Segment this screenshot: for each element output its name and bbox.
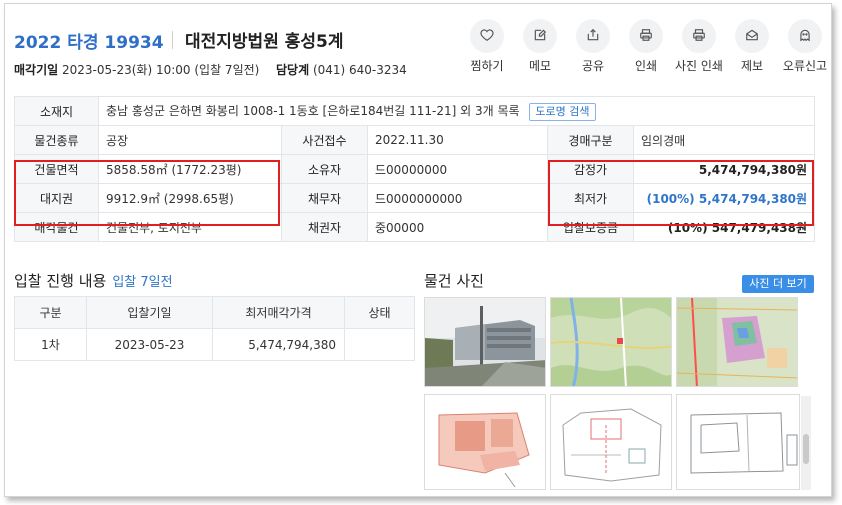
- photo-thumbnail-map[interactable]: [550, 297, 672, 387]
- more-photos-button[interactable]: 사진 더 보기: [742, 275, 814, 293]
- header-divider: [172, 31, 173, 49]
- status-cell: [344, 328, 415, 361]
- photo-thumbnail-floorplan-2[interactable]: [550, 394, 672, 490]
- action-toolbar: 찜하기 메모 공유 인쇄 사진 인쇄 제보 오류신고: [460, 19, 830, 79]
- auction-detail-window: 2022 타경 19934 대전지방법원 홍성5계 매각기일 2023-05-2…: [4, 3, 832, 497]
- type-label: 물건종류: [14, 125, 99, 155]
- bid-section-heading: 입찰 진행 내용 입찰 7일전: [14, 270, 173, 291]
- location-label: 소재지: [14, 96, 99, 126]
- sale-item-label: 매각물건: [14, 212, 99, 242]
- photo-print-button[interactable]: 사진 인쇄: [672, 19, 726, 74]
- print-label: 인쇄: [634, 59, 658, 73]
- auction-type-value: 임의경매: [632, 125, 816, 155]
- photo-thumbnail-floorplan-1[interactable]: [424, 394, 546, 490]
- ghost-icon: [798, 27, 812, 46]
- favorite-button[interactable]: 찜하기: [460, 19, 514, 74]
- column-header: 구분: [14, 296, 87, 329]
- minimum-price-value: (100%) 5,474,794,380원: [632, 183, 816, 213]
- filed-label: 사건접수: [281, 125, 368, 155]
- photo-thumbnail-floorplan-3[interactable]: [676, 394, 800, 490]
- location-cell: 충남 홍성군 은하면 화봉리 1008-1 1동호 [은하로184번길 111-…: [97, 96, 816, 126]
- debtor-label: 채무자: [281, 183, 368, 213]
- deposit-value: (10%) 547,479,438원: [632, 212, 816, 242]
- road-name-search-button[interactable]: 도로명 검색: [529, 102, 596, 121]
- table-row: 물건종류 공장 사건접수 2022.11.30 경매구분 임의경매: [14, 125, 816, 155]
- error-report-label: 오류신고: [782, 59, 828, 73]
- photo-print-icon: [692, 27, 706, 46]
- share-icon: [586, 27, 600, 46]
- minimum-price-label: 최저가: [547, 183, 634, 213]
- land-right-label: 대지권: [14, 183, 99, 213]
- owner-label: 소유자: [281, 154, 368, 184]
- report-icon: [745, 27, 759, 46]
- bid-table-header: 구분 입찰기일 최저매각가격 상태: [14, 296, 415, 329]
- print-button[interactable]: 인쇄: [619, 19, 673, 74]
- sale-item-value: 건물전부, 토지전부: [98, 212, 282, 242]
- bid-table: 구분 입찰기일 최저매각가격 상태 1차 2023-05-23 5,474,79…: [14, 296, 415, 361]
- share-label: 공유: [581, 59, 605, 73]
- bid-section-subtitle: 입찰 7일전: [112, 275, 173, 290]
- appraisal-value: 5,474,794,380원: [632, 154, 816, 184]
- header-subline: 매각기일 2023-05-23(화) 10:00 (입찰 7일전) 담당계 (0…: [14, 61, 407, 78]
- photo-print-label: 사진 인쇄: [675, 59, 723, 73]
- round-cell: 1차: [14, 328, 87, 361]
- scrollbar-thumb[interactable]: [803, 434, 809, 464]
- creditor-value: 중00000: [367, 212, 548, 242]
- debtor-value: 드0000000000: [367, 183, 548, 213]
- filed-value: 2022.11.30: [367, 125, 548, 155]
- photo-thumbnail-building[interactable]: [424, 297, 546, 387]
- table-row: 소재지 충남 홍성군 은하면 화봉리 1008-1 1동호 [은하로184번길 …: [14, 96, 816, 126]
- dept-label: 담당계: [275, 63, 310, 77]
- photo-scrollbar[interactable]: [801, 396, 811, 490]
- photo-section-title: 물건 사진: [424, 272, 484, 290]
- memo-button[interactable]: 메모: [513, 19, 567, 74]
- table-row: 대지권 9912.9㎡ (2998.65평) 채무자 드0000000000 최…: [14, 183, 816, 213]
- column-header: 최저매각가격: [212, 296, 345, 329]
- deposit-label: 입찰보증금: [547, 212, 634, 242]
- share-button[interactable]: 공유: [566, 19, 620, 74]
- bid-section-title: 입찰 진행 내용: [14, 272, 107, 290]
- case-number: 2022 타경 19934: [14, 33, 164, 53]
- creditor-label: 채권자: [281, 212, 368, 242]
- property-info-table: 소재지 충남 홍성군 은하면 화봉리 1008-1 1동호 [은하로184번길 …: [14, 96, 816, 242]
- type-value: 공장: [98, 125, 282, 155]
- print-icon: [639, 27, 653, 46]
- table-row: 건물면적 5858.58㎡ (1772.23평) 소유자 드00000000 감…: [14, 154, 816, 184]
- photo-thumbnail-cadastral[interactable]: [676, 297, 798, 387]
- land-right-value: 9912.9㎡ (2998.65평): [98, 183, 282, 213]
- appraisal-label: 감정가: [547, 154, 634, 184]
- court-name: 대전지방법원 홍성5계: [185, 32, 344, 52]
- auction-type-label: 경매구분: [547, 125, 634, 155]
- memo-icon: [533, 27, 547, 46]
- building-area-value: 5858.58㎡ (1772.23평): [98, 154, 282, 184]
- error-report-button[interactable]: 오류신고: [778, 19, 831, 74]
- column-header: 상태: [344, 296, 415, 329]
- favorite-label: 찜하기: [470, 59, 504, 73]
- memo-label: 메모: [528, 59, 552, 73]
- heart-icon: [480, 27, 494, 46]
- sale-date-label: 매각기일: [14, 63, 59, 77]
- report-label: 제보: [740, 59, 764, 73]
- report-button[interactable]: 제보: [725, 19, 779, 74]
- owner-value: 드00000000: [367, 154, 548, 184]
- min-price-cell: 5,474,794,380: [212, 328, 345, 361]
- table-row: 매각물건 건물전부, 토지전부 채권자 중00000 입찰보증금 (10%) 5…: [14, 212, 816, 242]
- bid-date-cell: 2023-05-23: [86, 328, 213, 361]
- dept-value: (041) 640-3234: [312, 63, 407, 77]
- column-header: 입찰기일: [86, 296, 213, 329]
- building-area-label: 건물면적: [14, 154, 99, 184]
- location-value: 충남 홍성군 은하면 화봉리 1008-1 1동호 [은하로184번길 111-…: [106, 103, 520, 118]
- sale-date-value: 2023-05-23(화) 10:00 (입찰 7일전): [62, 63, 260, 77]
- table-row: 1차 2023-05-23 5,474,794,380: [14, 328, 415, 361]
